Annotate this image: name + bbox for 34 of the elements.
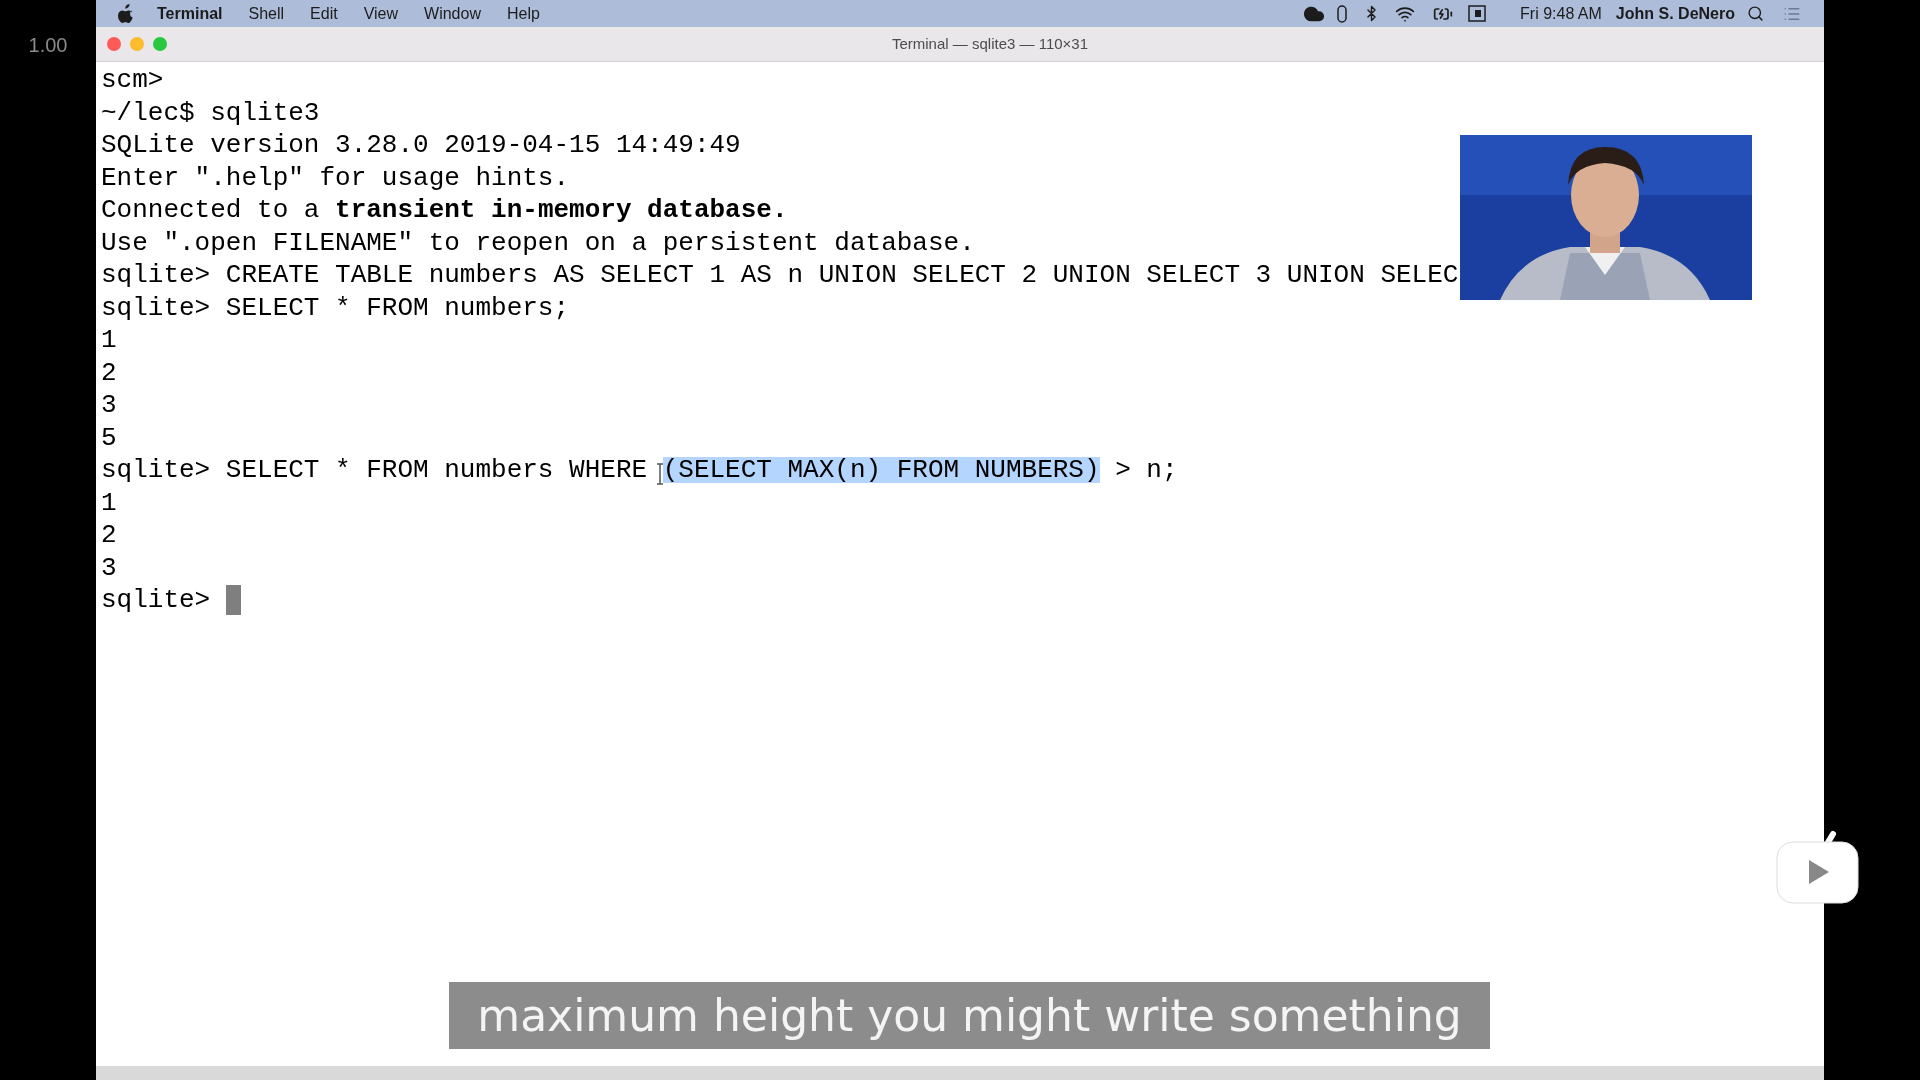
- ibeam-icon: [656, 463, 664, 485]
- terminal-line: Use ".open FILENAME" to reopen on a persistent database.: [101, 229, 975, 256]
- window-title: Terminal — sqlite3 — 110×31: [891, 33, 1089, 54]
- terminal-line: 3: [101, 392, 117, 419]
- terminal-line: sqlite>: [101, 587, 212, 614]
- terminal-line: 5: [101, 424, 117, 451]
- user-name[interactable]: John S. DeNero: [1615, 1, 1735, 26]
- menu-item[interactable]: Shell: [248, 1, 285, 26]
- terminal-line: scm>: [101, 67, 164, 94]
- search-icon[interactable]: [1747, 5, 1764, 22]
- terminal-text: sqlite> SELECT * FROM numbers WHERE: [101, 457, 648, 484]
- menu-item[interactable]: Edit: [310, 1, 338, 26]
- terminal-line: Connected to a transient in-memory database.: [101, 197, 788, 224]
- menu-item[interactable]: Window: [424, 1, 481, 26]
- menu-item[interactable]: Help: [506, 1, 540, 26]
- terminal-line: 3: [101, 554, 117, 581]
- menu-item[interactable]: View: [363, 1, 399, 26]
- menu-item[interactable]: Terminal: [157, 1, 223, 26]
- menu-clock[interactable]: Fri 9:48 AM: [1520, 1, 1602, 26]
- terminal-line: sqlite> SELECT * FROM numbers;: [101, 294, 570, 321]
- selected-text: (SELECT MAX(n) FROM NUMBERS): [662, 457, 1100, 484]
- terminal-line: 1: [101, 489, 117, 516]
- terminal-line: 1: [101, 327, 117, 354]
- terminal-line: 2: [101, 359, 117, 386]
- close-button[interactable]: [107, 37, 121, 51]
- caption: maximum height you might write something: [449, 982, 1490, 1049]
- apple-icon[interactable]: [118, 4, 135, 23]
- terminal-line: 2: [101, 522, 117, 549]
- terminal-line: Enter ".help" for usage hints.: [101, 164, 570, 191]
- terminal-text: > n;: [1114, 457, 1178, 484]
- terminal-line: sqlite> CREATE TABLE numbers AS SELECT 1 AS n UNION SELECT 2 UNION SELECT 3 UNION SELEC: [101, 262, 1459, 289]
- speed-label: 1.00: [28, 33, 68, 54]
- terminal-line: SQLite version 3.28.0 2019-04-15 14:49:49: [101, 132, 741, 159]
- terminal-line: ~/lec$ sqlite3: [101, 99, 320, 126]
